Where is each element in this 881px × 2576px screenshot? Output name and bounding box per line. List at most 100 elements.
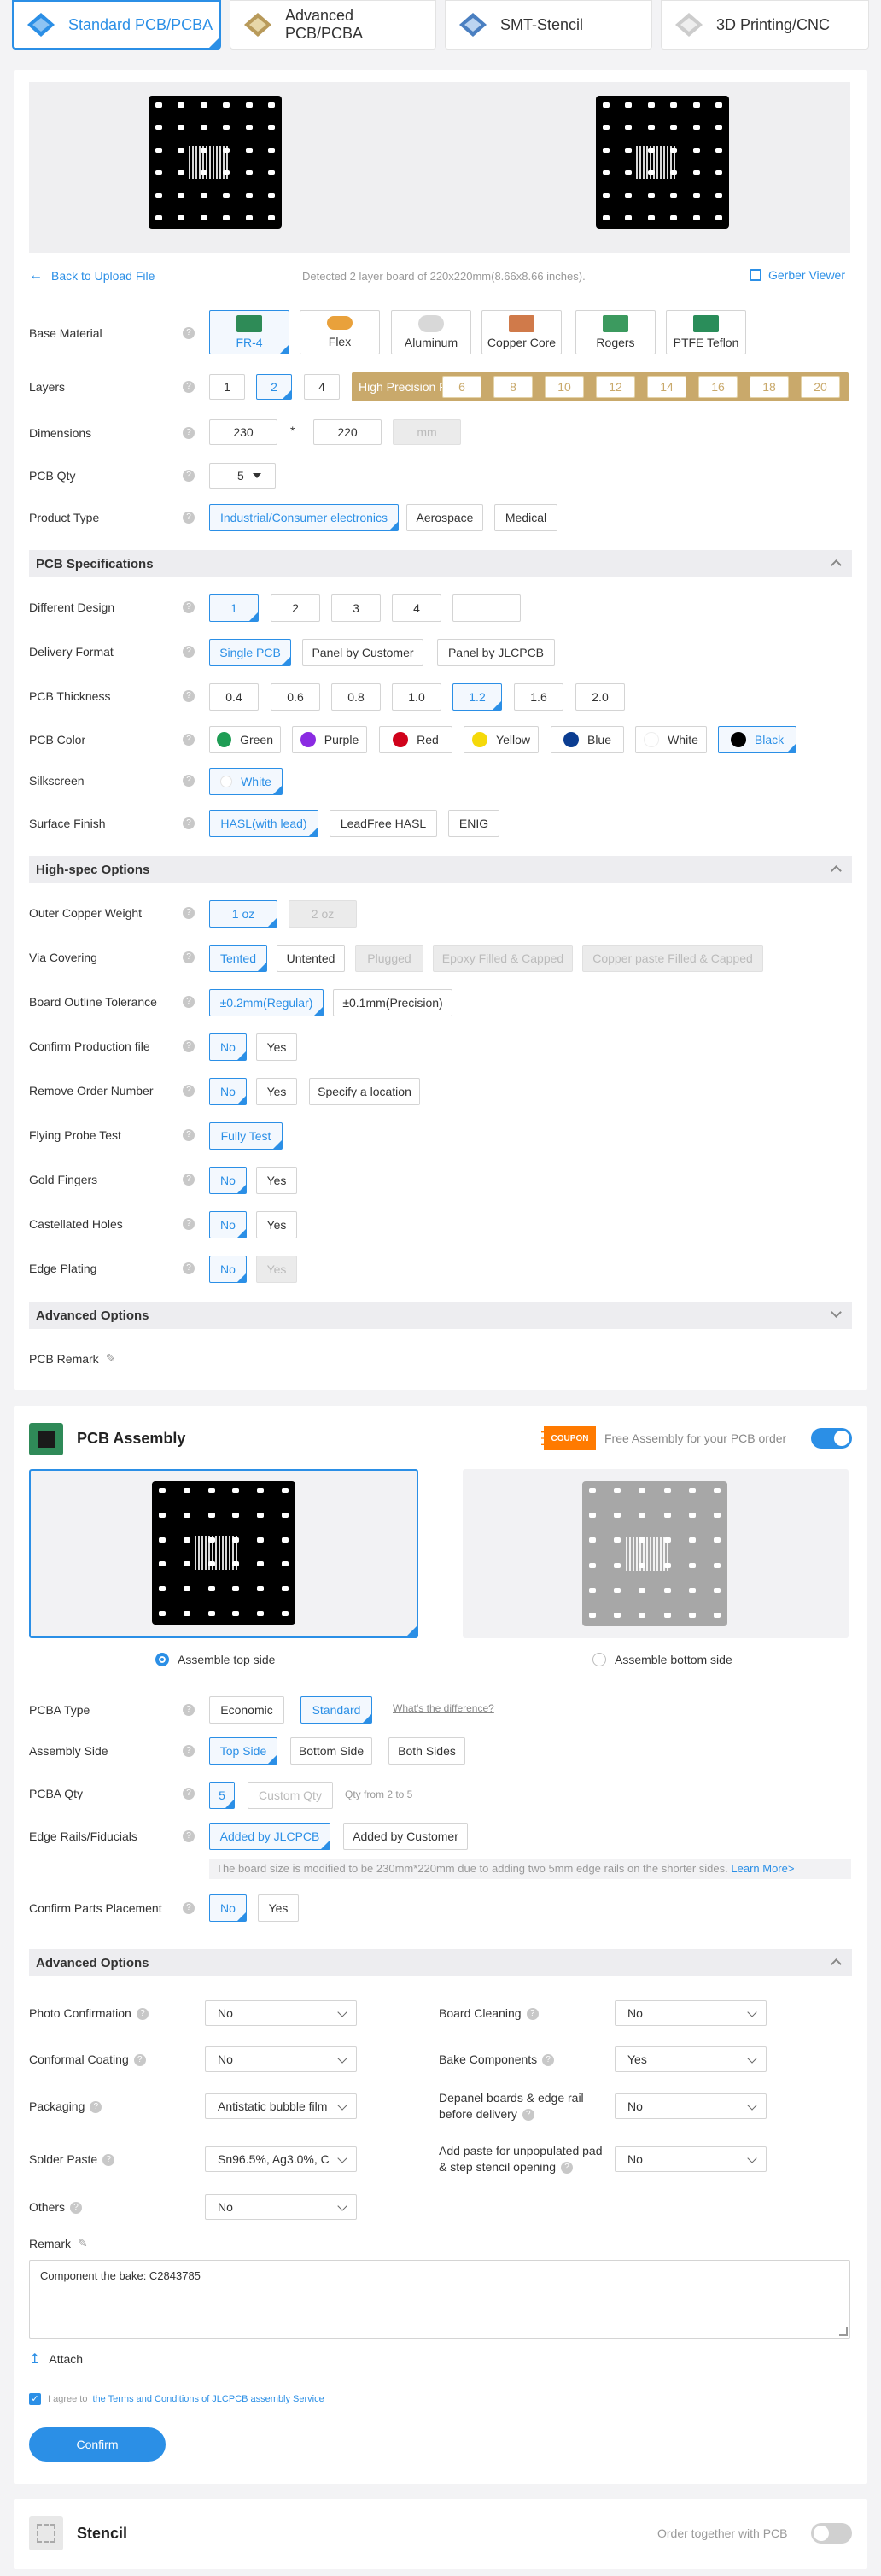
tolerance-regular[interactable]: ±0.2mm(Regular) (209, 989, 324, 1016)
design-custom-input[interactable] (452, 594, 521, 622)
hp-layer-20[interactable]: 20 (801, 376, 840, 398)
gold-fingers-no[interactable]: No (209, 1167, 247, 1194)
remove-order-yes[interactable]: Yes (256, 1078, 297, 1105)
hp-layer-12[interactable]: 12 (596, 376, 635, 398)
flying-probe-fully[interactable]: Fully Test (209, 1122, 283, 1150)
confirm-parts-no[interactable]: No (209, 1894, 247, 1922)
side-top[interactable]: Top Side (209, 1737, 277, 1765)
solder-paste-select[interactable]: Sn96.5%, Ag3.0%, C (205, 2146, 357, 2172)
material-ptfe-teflon[interactable]: PTFE Teflon (666, 310, 746, 354)
layers-1[interactable]: 1 (209, 374, 245, 400)
edge-plating-yes[interactable]: Yes (256, 1256, 297, 1283)
material-flex[interactable]: Flex (300, 310, 380, 354)
color-green[interactable]: Green (209, 726, 281, 753)
gerber-viewer-link[interactable]: Gerber Viewer (750, 268, 845, 282)
thickness-1-6[interactable]: 1.6 (514, 683, 563, 711)
high-spec-header[interactable]: High-spec Options (29, 856, 852, 883)
tolerance-precision[interactable]: ±0.1mm(Precision) (333, 989, 452, 1016)
delivery-panel-customer[interactable]: Panel by Customer (302, 639, 423, 666)
design-1[interactable]: 1 (209, 594, 259, 622)
delivery-single-pcb[interactable]: Single PCB (209, 639, 291, 666)
pcb-qty-select[interactable]: 5 (209, 463, 276, 489)
hp-layer-8[interactable]: 8 (493, 376, 533, 398)
depanel-boards-edge-rail-select[interactable]: No (615, 2093, 767, 2119)
castellated-no[interactable]: No (209, 1211, 247, 1238)
thickness-1-2[interactable]: 1.2 (452, 683, 502, 711)
hp-layer-10[interactable]: 10 (545, 376, 584, 398)
checkbox-checked-icon[interactable]: ✓ (29, 2393, 41, 2405)
hp-layer-18[interactable]: 18 (750, 376, 789, 398)
learn-more-link[interactable]: Learn More> (731, 1862, 794, 1875)
copper-1oz[interactable]: 1 oz (209, 900, 277, 928)
pcba-type-standard[interactable]: Standard (300, 1696, 372, 1724)
thickness-1-0[interactable]: 1.0 (392, 683, 441, 711)
edge-rails-jlcpcb[interactable]: Added by JLCPCB (209, 1823, 330, 1850)
pcba-type-economic[interactable]: Economic (209, 1696, 284, 1724)
gold-fingers-yes[interactable]: Yes (256, 1167, 297, 1194)
hp-layer-14[interactable]: 14 (647, 376, 686, 398)
via-untented[interactable]: Untented (277, 945, 345, 972)
side-bottom[interactable]: Bottom Side (290, 1737, 372, 1765)
color-blue[interactable]: Blue (551, 726, 624, 753)
via-epoxy-filled[interactable]: Epoxy Filled & Capped (433, 945, 573, 972)
color-yellow[interactable]: Yellow (464, 726, 539, 753)
photo-confirmation-select[interactable]: No (205, 2000, 357, 2026)
material-rogers[interactable]: Rogers (575, 310, 656, 354)
others-select[interactable]: No (205, 2194, 357, 2220)
product-type-industrial[interactable]: Industrial/Consumer electronics (209, 504, 399, 531)
board-cleaning-select[interactable]: No (615, 2000, 767, 2026)
finish-hasl-lead[interactable]: HASL(with lead) (209, 810, 318, 837)
layers-2[interactable]: 2 (256, 374, 292, 400)
assembly-toggle[interactable] (811, 1428, 852, 1449)
remove-order-specify[interactable]: Specify a location (309, 1078, 420, 1105)
via-tented[interactable]: Tented (209, 945, 267, 972)
material-copper-core[interactable]: Copper Core (481, 310, 562, 354)
terms-link[interactable]: the Terms and Conditions of JLCPCB assem… (92, 2394, 324, 2404)
color-white[interactable]: White (635, 726, 707, 753)
design-2[interactable]: 2 (271, 594, 320, 622)
copper-2oz[interactable]: 2 oz (289, 900, 357, 928)
via-copper-paste[interactable]: Copper paste Filled & Capped (582, 945, 763, 972)
color-black[interactable]: Black (718, 726, 796, 753)
delivery-panel-jlcpcb[interactable]: Panel by JLCPCB (437, 639, 555, 666)
hp-layer-6[interactable]: 6 (442, 376, 481, 398)
thickness-0-6[interactable]: 0.6 (271, 683, 320, 711)
height-input[interactable]: 220 (313, 419, 382, 445)
conformal-coating-select[interactable]: No (205, 2046, 357, 2072)
stencil-toggle[interactable] (811, 2523, 852, 2544)
silkscreen-white[interactable]: White (209, 768, 283, 795)
pcb-specifications-header[interactable]: PCB Specifications (29, 550, 852, 577)
width-input[interactable]: 230 (209, 419, 277, 445)
confirm-button[interactable]: Confirm (29, 2427, 166, 2462)
material-aluminum[interactable]: Aluminum (391, 310, 471, 354)
finish-enig[interactable]: ENIG (448, 810, 499, 837)
packaging-select[interactable]: Antistatic bubble film (205, 2093, 357, 2119)
design-3[interactable]: 3 (331, 594, 381, 622)
bake-components-select[interactable]: Yes (615, 2046, 767, 2072)
assemble-top-radio[interactable]: Assemble top side (155, 1653, 275, 1666)
pcb-remark[interactable]: PCB Remark ✎ (29, 1351, 115, 1366)
confirm-production-no[interactable]: No (209, 1033, 247, 1061)
tab-advanced-pcb[interactable]: Advanced PCB/PCBA (230, 0, 436, 50)
back-to-upload-link[interactable]: ← Back to Upload File (29, 268, 155, 284)
remark-textarea[interactable]: Component the bake: C2843785 (29, 2260, 850, 2339)
product-type-medical[interactable]: Medical (494, 504, 557, 531)
material-fr4[interactable]: FR-4 (209, 310, 289, 354)
whats-the-difference-link[interactable]: What's the difference? (393, 1702, 494, 1714)
finish-leadfree-hasl[interactable]: LeadFree HASL (330, 810, 437, 837)
custom-qty-input[interactable]: Custom Qty (248, 1782, 333, 1809)
confirm-production-yes[interactable]: Yes (256, 1033, 297, 1061)
assemble-bottom-radio[interactable]: Assemble bottom side (592, 1653, 732, 1666)
remove-order-no[interactable]: No (209, 1078, 247, 1105)
thickness-0-4[interactable]: 0.4 (209, 683, 259, 711)
color-red[interactable]: Red (379, 726, 452, 753)
castellated-yes[interactable]: Yes (256, 1211, 297, 1238)
thickness-0-8[interactable]: 0.8 (331, 683, 381, 711)
unit-select[interactable]: mm (393, 419, 461, 445)
tab-standard-pcb[interactable]: Standard PCB/PCBA (12, 0, 221, 50)
layers-4[interactable]: 4 (304, 374, 340, 400)
thickness-2-0[interactable]: 2.0 (575, 683, 625, 711)
via-plugged[interactable]: Plugged (355, 945, 423, 972)
assembly-advanced-header[interactable]: Advanced Options (29, 1949, 852, 1976)
hp-layer-16[interactable]: 16 (698, 376, 738, 398)
